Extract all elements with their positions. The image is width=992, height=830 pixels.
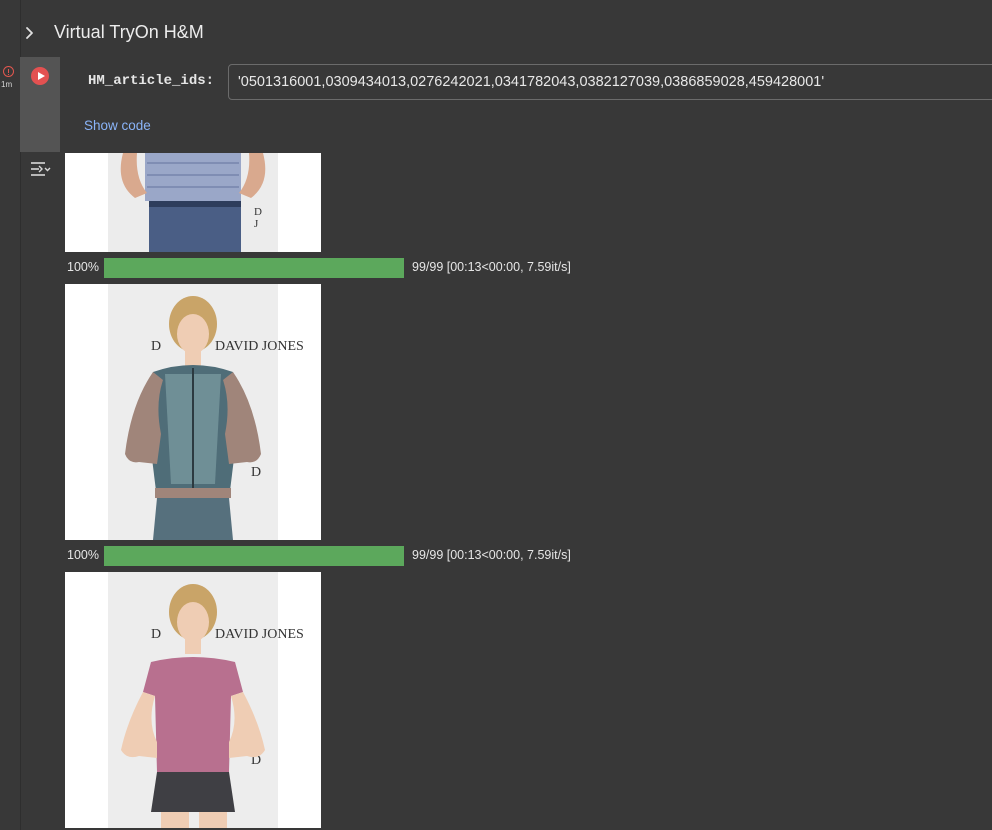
progress-stats: 99/99 [00:13<00:00, 7.59it/s]	[412, 260, 571, 274]
show-code-link[interactable]: Show code	[84, 118, 151, 133]
progress-bar: 100% 99/99 [00:13<00:00, 7.59it/s]	[65, 257, 665, 279]
progress-stats: 99/99 [00:13<00:00, 7.59it/s]	[412, 548, 571, 562]
error-circle-icon	[3, 66, 14, 77]
output-image: D J	[65, 153, 321, 252]
chevron-right-icon[interactable]	[20, 22, 40, 44]
article-ids-input[interactable]	[228, 64, 992, 100]
run-cell-area	[20, 57, 60, 152]
progress-fill	[104, 258, 404, 278]
notebook-page: 1m Virtual TryOn H&M HM_article_ids: Sho…	[0, 0, 992, 830]
param-label: HM_article_ids:	[88, 73, 215, 89]
svg-text:D: D	[151, 627, 161, 642]
section-title[interactable]: Virtual TryOn H&M	[54, 22, 204, 43]
svg-text:D: D	[151, 339, 161, 354]
svg-text:D: D	[254, 206, 262, 218]
left-gutter: 1m	[0, 0, 20, 830]
progress-track	[104, 258, 404, 278]
progress-percent: 100%	[67, 548, 99, 562]
progress-percent: 100%	[67, 260, 99, 274]
svg-text:J: J	[254, 218, 259, 230]
progress-fill	[104, 546, 404, 566]
backdrop-logo-text: DAVID JONES	[215, 627, 304, 642]
output-image: DAVID JONES D D	[65, 572, 321, 828]
output-image: DAVID JONES D D D	[65, 284, 321, 540]
progress-track	[104, 546, 404, 566]
run-cell-icon[interactable]	[31, 67, 49, 85]
execution-time: 1m	[1, 80, 13, 89]
output-toggle-icon[interactable]	[29, 158, 51, 180]
progress-bar: 100% 99/99 [00:13<00:00, 7.59it/s]	[65, 545, 665, 567]
svg-text:D: D	[251, 465, 261, 480]
backdrop-logo-text: DAVID JONES	[215, 339, 304, 354]
